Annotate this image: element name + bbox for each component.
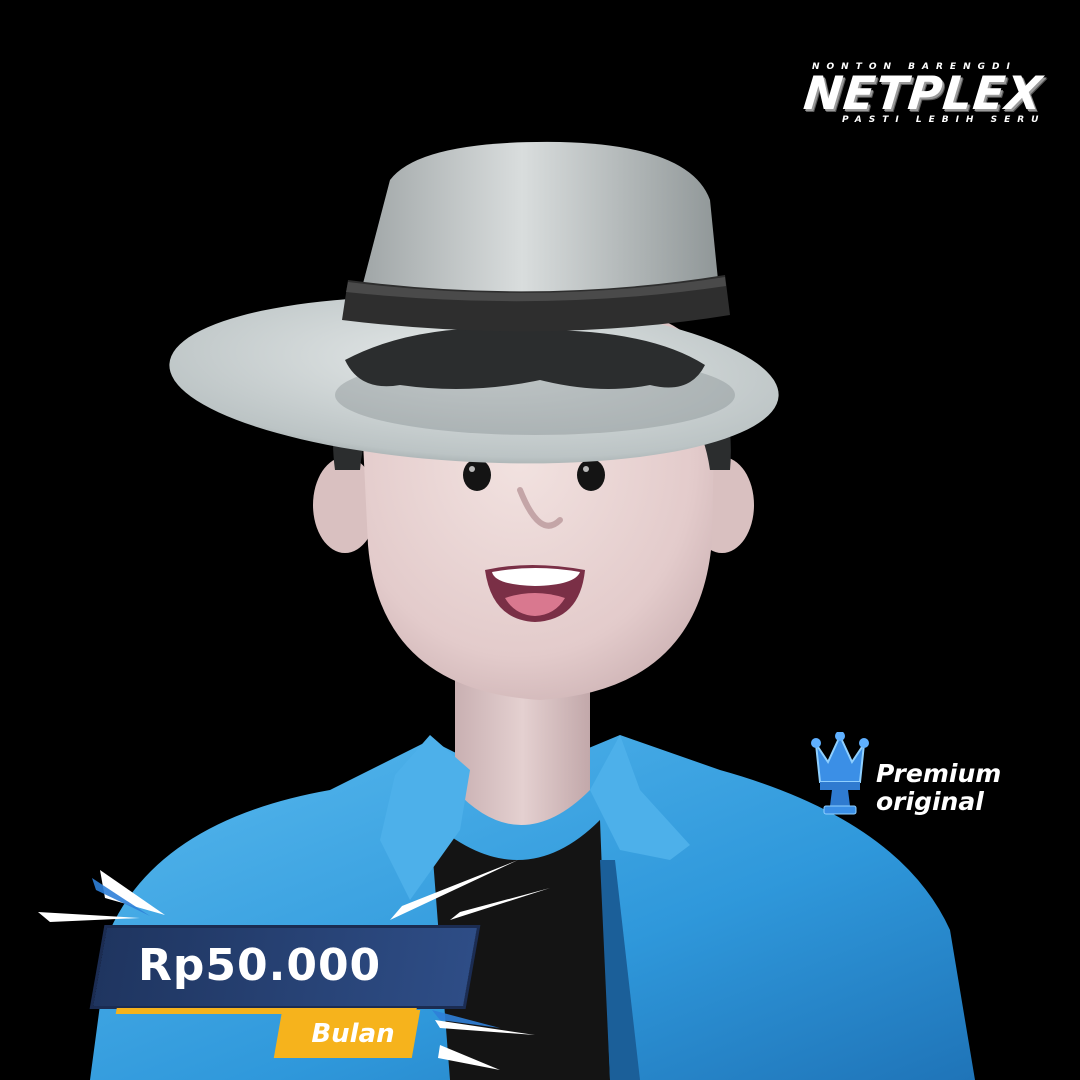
brand-logo: NONTON BARENGDI NETPLEX PASTI LEBIH SERU (800, 62, 1045, 132)
price-badge: Rp50.000 Bulan (30, 860, 550, 1070)
premium-line1: Premium (876, 759, 1002, 788)
premium-badge: Premium original (810, 732, 1050, 822)
price-amount: Rp50.000 (138, 940, 382, 991)
eye-left (463, 459, 491, 491)
premium-label: Premium original (876, 760, 1001, 816)
brand-tagline-bottom: PASTI LEBIH SERU (842, 115, 1046, 125)
price-period: Bulan (311, 1019, 395, 1049)
eye-right (577, 459, 605, 491)
premium-line2: original (876, 787, 984, 816)
brand-name: NETPLEX (801, 66, 1046, 120)
promo-poster: NONTON BARENGDI NETPLEX PASTI LEBIH SERU… (0, 0, 1080, 1080)
crown-icon (811, 732, 869, 815)
